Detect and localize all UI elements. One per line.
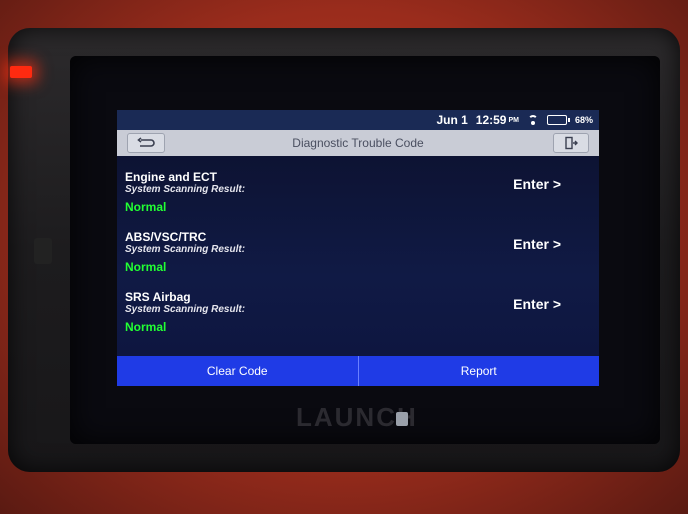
action-bar: Clear Code Report (117, 356, 599, 386)
status-date: Jun 1 (436, 113, 468, 127)
status-ampm: PM (508, 116, 519, 124)
back-button[interactable] (127, 133, 165, 153)
system-result: Normal (125, 320, 167, 334)
exit-icon (565, 136, 578, 150)
side-sensor (34, 238, 52, 264)
wifi-icon (527, 115, 539, 125)
brand-logo: LAUNCH (296, 402, 418, 432)
title-bar: Diagnostic Trouble Code (117, 130, 599, 156)
enter-button[interactable]: Enter > (513, 176, 561, 192)
power-led (10, 66, 32, 78)
device-shell: LAUNCH Jun 1 12:59 PM 68% Diagnostic Tro… (0, 0, 688, 514)
page-title: Diagnostic Trouble Code (292, 136, 424, 150)
report-button[interactable]: Report (359, 356, 600, 386)
back-arrow-icon (137, 137, 155, 147)
status-time: 12:59 (475, 113, 507, 127)
system-result: Normal (125, 200, 167, 214)
enter-button[interactable]: Enter > (513, 296, 561, 312)
list-item[interactable]: ABS/VSC/TRC System Scanning Result: Norm… (125, 230, 591, 290)
enter-button[interactable]: Enter > (513, 236, 561, 252)
battery-percent: 68% (574, 115, 593, 125)
app-screen: Jun 1 12:59 PM 68% Diagnostic Trouble Co… (117, 110, 599, 386)
battery-icon (546, 115, 570, 125)
list-item[interactable]: SRS Airbag System Scanning Result: Norma… (125, 290, 591, 350)
home-key[interactable] (396, 412, 408, 426)
system-list: Engine and ECT System Scanning Result: N… (117, 156, 599, 356)
status-bar: Jun 1 12:59 PM 68% (117, 110, 599, 130)
list-item[interactable]: Engine and ECT System Scanning Result: N… (125, 170, 591, 230)
exit-button[interactable] (553, 133, 589, 153)
clear-code-button[interactable]: Clear Code (117, 356, 358, 386)
system-result: Normal (125, 260, 167, 274)
